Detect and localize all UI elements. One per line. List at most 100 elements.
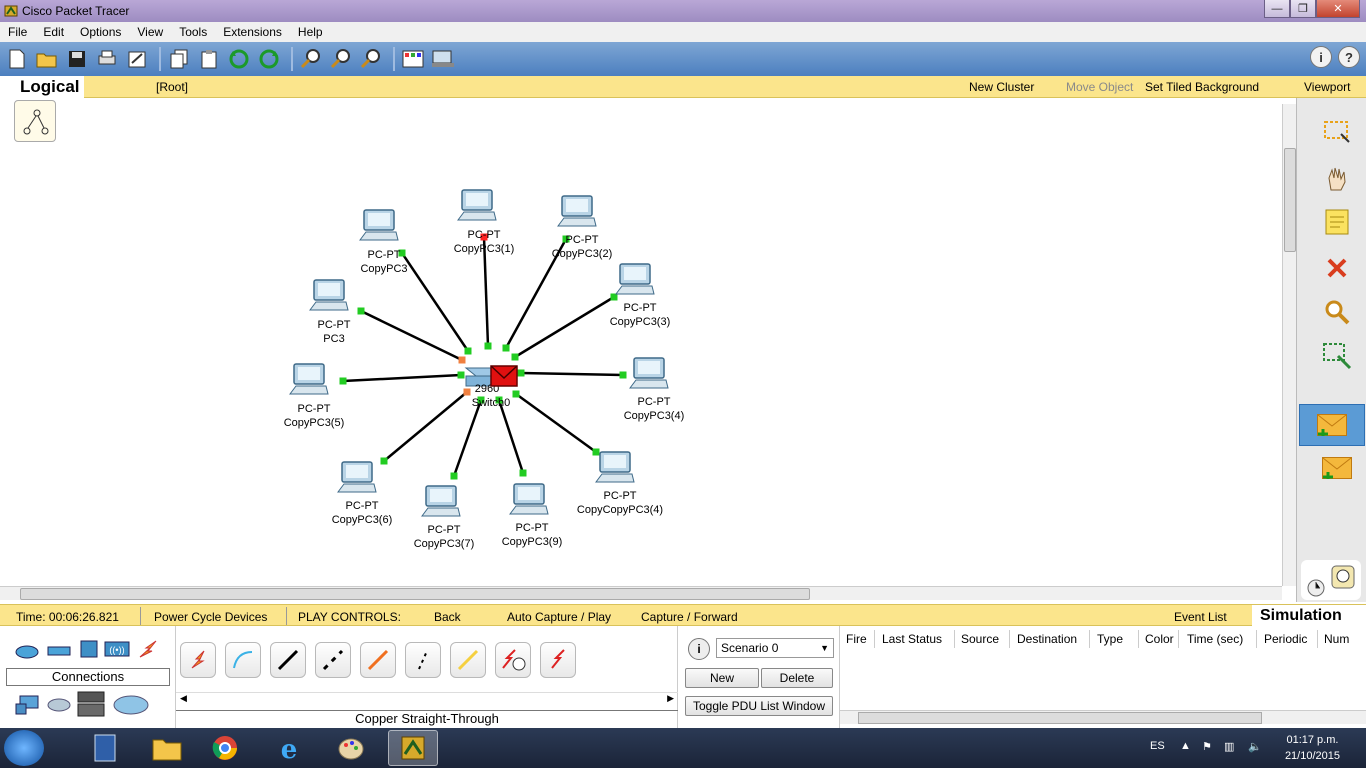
copper-straight-through-icon[interactable]	[270, 642, 306, 678]
routers-icon[interactable]	[14, 642, 40, 660]
fiber-icon[interactable]	[360, 642, 396, 678]
zoom-reset-icon[interactable]	[328, 46, 354, 72]
column-header-color[interactable]: Color	[1145, 632, 1174, 646]
show-hidden-icons-icon[interactable]: ▲	[1180, 740, 1191, 752]
root-breadcrumb[interactable]: [Root]	[156, 80, 188, 94]
cable-panel-scrollbar[interactable]: ◀ ▶	[176, 692, 678, 706]
add-simple-pdu-icon[interactable]	[1299, 404, 1365, 446]
column-header-type[interactable]: Type	[1097, 632, 1123, 646]
pc-node[interactable]: PC-PT CopyPC3(2)	[552, 195, 613, 260]
file-explorer-doc-icon[interactable]	[80, 730, 130, 766]
menu-edit[interactable]: Edit	[35, 25, 72, 39]
column-header-time[interactable]: Time (sec)	[1187, 632, 1243, 646]
folder-icon[interactable]	[142, 730, 192, 766]
pc-node[interactable]: PC-PT CopyPC3(4)	[624, 357, 685, 422]
redo-icon[interactable]	[256, 46, 282, 72]
link-line[interactable]	[452, 399, 483, 477]
switches-icon[interactable]	[46, 642, 72, 660]
link-line[interactable]	[497, 399, 525, 474]
inspect-magnifier-icon[interactable]	[1321, 296, 1353, 328]
network-icon[interactable]: ▥	[1224, 740, 1234, 753]
delete-icon[interactable]	[1321, 252, 1353, 284]
taskbar-clock[interactable]: 01:17 p.m. 21/10/2015	[1285, 732, 1340, 764]
scenario-info-icon[interactable]: i	[688, 638, 710, 660]
console-cable-icon[interactable]	[225, 642, 261, 678]
event-list-button[interactable]: Event List	[1174, 610, 1227, 624]
open-folder-icon[interactable]	[34, 46, 60, 72]
custom-made-devices-icon[interactable]	[76, 690, 106, 720]
paint-icon[interactable]	[326, 730, 376, 766]
pc-node[interactable]: PC-PT CopyCopyPC3(4)	[577, 451, 663, 516]
link-line[interactable]	[515, 392, 597, 454]
viewport-button[interactable]: Viewport	[1304, 80, 1350, 94]
serial-dte-icon[interactable]	[540, 642, 576, 678]
serial-dce-icon[interactable]	[495, 642, 531, 678]
minimize-button[interactable]: —	[1264, 0, 1290, 18]
zoom-out-icon[interactable]	[358, 46, 384, 72]
help-icon[interactable]: ?	[1338, 46, 1360, 68]
menu-help[interactable]: Help	[290, 25, 331, 39]
copy-icon[interactable]	[166, 46, 192, 72]
new-scenario-button[interactable]: New	[685, 668, 759, 688]
pc-node[interactable]: PC-PT CopyPC3(3)	[610, 263, 671, 328]
start-button[interactable]	[4, 730, 44, 766]
chrome-icon[interactable]	[200, 730, 250, 766]
new-file-icon[interactable]	[4, 46, 30, 72]
pc-node[interactable]: PC-PT CopyPC3	[359, 209, 408, 275]
menu-extensions[interactable]: Extensions	[215, 25, 290, 39]
move-object-button[interactable]: Move Object	[1066, 80, 1133, 94]
packet-tracer-taskbar-icon[interactable]	[388, 730, 438, 766]
maximize-button[interactable]: ❐	[1290, 0, 1316, 18]
phone-cable-icon[interactable]	[405, 642, 441, 678]
horizontal-scrollbar[interactable]	[0, 586, 1282, 600]
zoom-in-icon[interactable]	[298, 46, 324, 72]
vertical-scrollbar[interactable]	[1282, 104, 1296, 586]
menu-options[interactable]: Options	[72, 25, 129, 39]
select-icon[interactable]	[1321, 116, 1353, 148]
menu-tools[interactable]: Tools	[171, 25, 215, 39]
connections-lightning-icon[interactable]	[136, 640, 162, 658]
auto-capture-play-button[interactable]: Auto Capture / Play	[507, 610, 611, 624]
wan-emulation-icon[interactable]	[46, 696, 72, 714]
undo-icon[interactable]	[226, 46, 252, 72]
toggle-pdu-list-button[interactable]: Toggle PDU List Window	[685, 696, 833, 716]
logical-workspace-tab[interactable]: Logical	[0, 76, 84, 98]
action-center-flag-icon[interactable]: ⚑	[1202, 740, 1212, 753]
logical-view-icon[interactable]	[14, 100, 56, 142]
capture-forward-button[interactable]: Capture / Forward	[641, 610, 738, 624]
pc-node[interactable]: PC-PT CopyPC3(6)	[332, 461, 393, 526]
copper-cross-over-icon[interactable]	[315, 642, 351, 678]
pdu-envelope-icon[interactable]	[490, 365, 518, 387]
place-note-icon[interactable]	[1321, 206, 1353, 238]
pc-node[interactable]: PC-PT CopyPC3(5)	[284, 363, 345, 429]
link-line[interactable]	[383, 391, 468, 462]
realtime-simulation-toggle-icon[interactable]	[1301, 560, 1361, 600]
delete-scenario-button[interactable]: Delete	[761, 668, 833, 688]
activity-wizard-icon[interactable]	[124, 46, 150, 72]
link-line[interactable]	[342, 373, 462, 383]
internet-explorer-icon[interactable]: e	[264, 730, 314, 766]
end-devices-icon[interactable]	[14, 694, 42, 716]
move-layout-hand-icon[interactable]	[1321, 162, 1353, 194]
menu-view[interactable]: View	[129, 25, 171, 39]
event-table-scrollbar[interactable]	[840, 710, 1366, 724]
column-header-source[interactable]: Source	[961, 632, 999, 646]
logical-workspace-canvas[interactable]: PC-PT CopyPC3 PC-PT CopyPC3(1) PC-PT CopyPC3(…	[0, 98, 1282, 586]
coaxial-cable-icon[interactable]	[450, 642, 486, 678]
wireless-devices-icon[interactable]: ((•))	[104, 640, 130, 658]
power-cycle-devices-button[interactable]: Power Cycle Devices	[154, 610, 267, 624]
link-line[interactable]	[520, 371, 624, 377]
custom-devices-icon[interactable]	[430, 46, 456, 72]
back-button[interactable]: Back	[434, 610, 461, 624]
drawing-palette-icon[interactable]	[400, 46, 426, 72]
pc-node[interactable]: PC-PT CopyPC3(9)	[502, 483, 563, 548]
print-icon[interactable]	[94, 46, 120, 72]
automatic-connection-icon[interactable]	[180, 642, 216, 678]
multiuser-connection-icon[interactable]	[112, 694, 150, 716]
column-header-last-status[interactable]: Last Status	[882, 632, 942, 646]
column-header-destination[interactable]: Destination	[1017, 632, 1077, 646]
close-button[interactable]: ✕	[1316, 0, 1360, 18]
pc-node[interactable]: PC-PT PC3	[309, 279, 351, 345]
hubs-icon[interactable]	[76, 640, 102, 658]
column-header-num[interactable]: Num	[1324, 632, 1349, 646]
